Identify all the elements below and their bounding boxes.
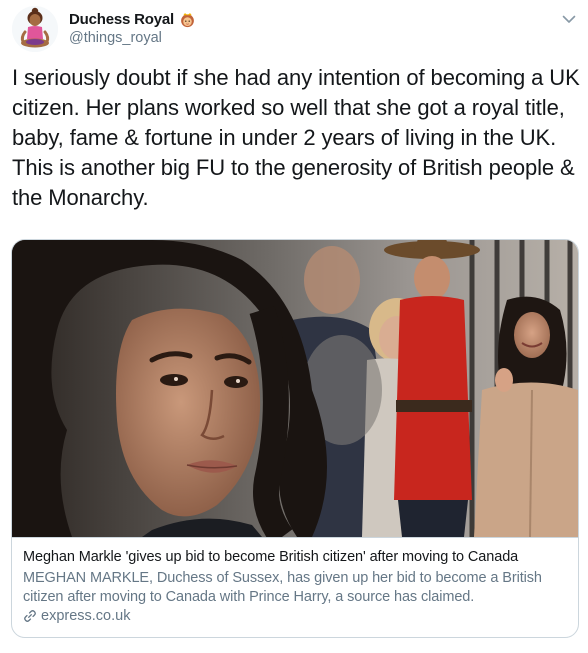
meditating-woman-emoji-icon bbox=[12, 6, 58, 52]
card-domain-row: express.co.uk bbox=[23, 608, 567, 624]
display-name[interactable]: Duchess Royal bbox=[69, 11, 174, 28]
princess-emoji-icon bbox=[181, 12, 194, 27]
card-description: MEGHAN MARKLE, Duchess of Sussex, has gi… bbox=[23, 570, 542, 605]
display-name-row: Duchess Royal bbox=[69, 9, 196, 29]
card-image[interactable] bbox=[12, 240, 578, 537]
tweet-header: Duchess Royal @things_royal bbox=[69, 9, 196, 46]
news-photo bbox=[12, 240, 578, 537]
tweet: Duchess Royal @things_royal I seriously … bbox=[0, 0, 588, 653]
link-icon bbox=[24, 610, 36, 622]
card-title: Meghan Markle 'gives up bid to become Br… bbox=[23, 549, 519, 565]
link-card[interactable]: Meghan Markle 'gives up bid to become Br… bbox=[11, 239, 579, 638]
card-domain[interactable]: express.co.uk bbox=[41, 608, 130, 624]
chevron-down-icon[interactable] bbox=[560, 10, 578, 28]
tweet-text: I seriously doubt if she had any intenti… bbox=[12, 65, 580, 210]
card-body: Meghan Markle 'gives up bid to become Br… bbox=[12, 537, 578, 637]
author-avatar[interactable] bbox=[12, 6, 58, 52]
handle[interactable]: @things_royal bbox=[69, 30, 196, 46]
